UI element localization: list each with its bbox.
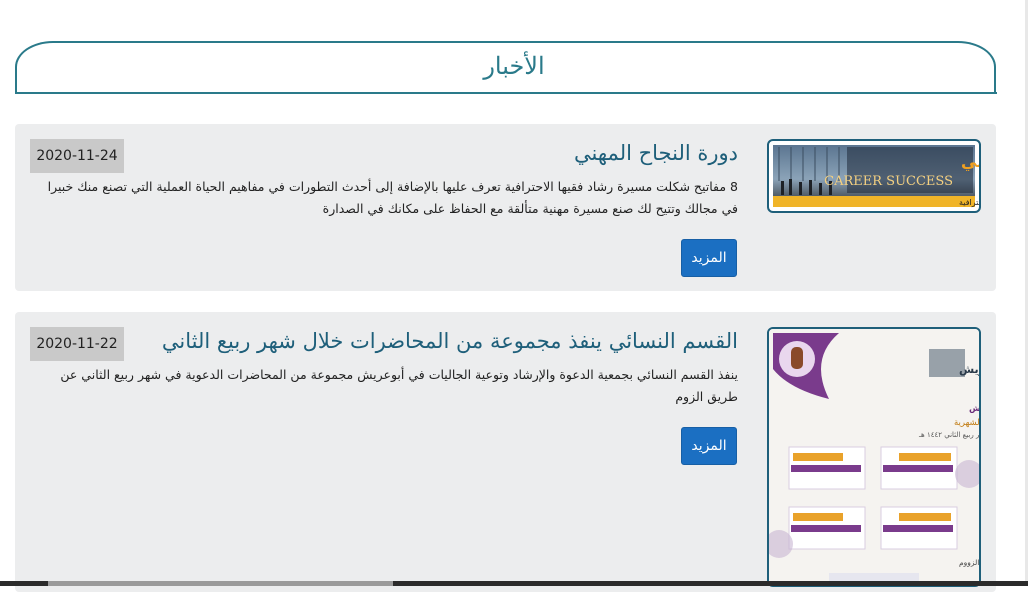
svg-text:تدعو الأخوات لحضور المحاضرات ا: تدعو الأخوات لحضور المحاضرات الشهرية	[954, 417, 979, 428]
lectures-poster-image: أبوعريش جمعية الدعوة والإرشاد وتوعية الج…	[769, 329, 979, 585]
more-button[interactable]: المزيد	[681, 427, 737, 465]
career-success-image: النجاح المهني CAREER SUCCESS 8 مفاتيح شك…	[773, 145, 979, 207]
news-card: أبوعريش جمعية الدعوة والإرشاد وتوعية الج…	[15, 312, 996, 592]
news-title-link[interactable]: دورة النجاح المهني	[574, 138, 738, 168]
svg-text:8 مفاتيح شكلت مسيرة رشاد فقيها: 8 مفاتيح شكلت مسيرة رشاد فقيها الاحترافي…	[959, 198, 979, 207]
svg-text:أبوعريش: أبوعريش	[959, 362, 979, 376]
news-thumbnail[interactable]: أبوعريش جمعية الدعوة والإرشاد وتوعية الج…	[767, 327, 981, 587]
svg-text:CAREER SUCCESS: CAREER SUCCESS	[824, 174, 953, 189]
news-date-badge: 2020-11-24	[30, 139, 124, 173]
more-button[interactable]: المزيد	[681, 239, 737, 277]
svg-text:جمعية الدعوة والإرشاد وتوعية ا: جمعية الدعوة والإرشاد وتوعية الجاليات بأ…	[969, 402, 979, 414]
news-excerpt: ينفذ القسم النسائي بجمعية الدعوة والإرشا…	[60, 367, 738, 404]
scrollbar-thumb[interactable]	[48, 581, 393, 586]
news-title-link[interactable]: القسم النسائي ينفذ مجموعة من المحاضرات خ…	[162, 326, 738, 356]
section-divider	[15, 92, 997, 94]
svg-text:النجاح المهني: النجاح المهني	[961, 152, 979, 172]
news-card: النجاح المهني CAREER SUCCESS 8 مفاتيح شك…	[15, 124, 996, 291]
news-thumbnail[interactable]: النجاح المهني CAREER SUCCESS 8 مفاتيح شك…	[767, 139, 981, 213]
news-date-badge: 2020-11-22	[30, 327, 124, 361]
svg-text:لشهر ربيع الثاني ١٤٤٢ هـ: لشهر ربيع الثاني ١٤٤٢ هـ	[918, 431, 979, 439]
svg-text:جميع المحاضرات عن طريق تطبيق ا: جميع المحاضرات عن طريق تطبيق الزووم	[959, 558, 979, 567]
section-title: الأخبار	[483, 52, 545, 80]
news-excerpt: 8 مفاتيح شكلت مسيرة رشاد فقيها الاحترافي…	[47, 179, 738, 216]
